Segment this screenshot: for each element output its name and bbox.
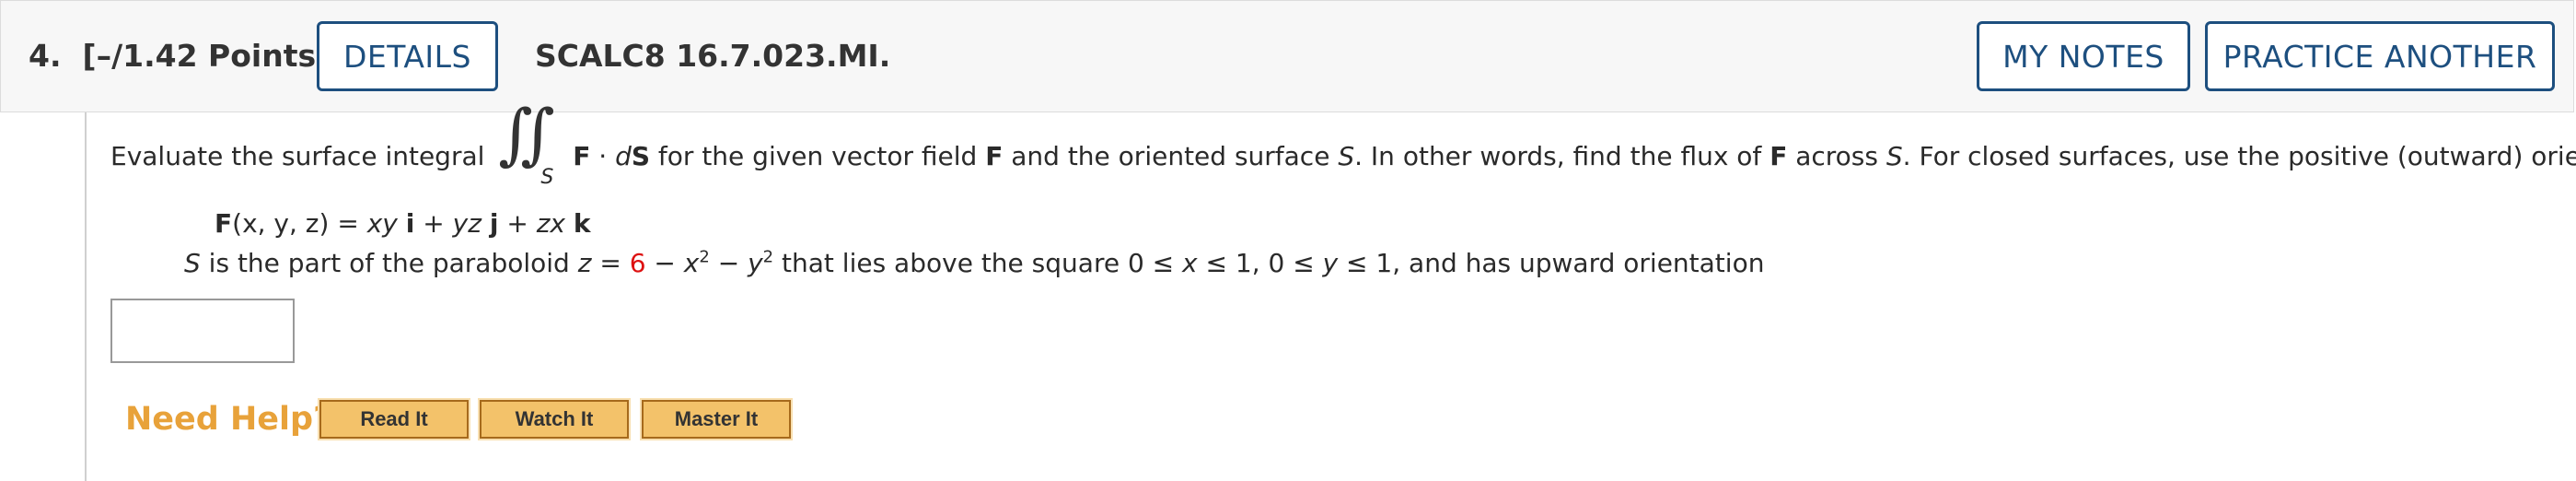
surf-exp2: 2 [762, 247, 774, 267]
surf-c: ≤ 1, 0 ≤ [1197, 248, 1323, 278]
text-b: and the oriented surface [1003, 141, 1339, 171]
integrand-dot: · [590, 141, 616, 171]
text-s2: S [1886, 141, 1903, 171]
field-i: i [405, 208, 415, 239]
surf-y2: y [1322, 248, 1339, 278]
surf-x: x [683, 248, 700, 278]
integrand-d: d [615, 141, 632, 171]
field-plus1: + [414, 208, 453, 239]
watch-it-button[interactable]: Watch It [478, 398, 631, 440]
surf-z: z [577, 248, 592, 278]
practice-another-button[interactable]: PRACTICE ANOTHER [2205, 21, 2555, 91]
surf-minus2: − [709, 248, 748, 278]
problem-code: SCALC8 16.7.023.MI. [535, 38, 891, 74]
details-button[interactable]: DETAILS [317, 21, 498, 91]
surf-eq: = [591, 248, 630, 278]
field-eq: = [329, 208, 367, 239]
master-it-button[interactable]: Master It [640, 398, 793, 440]
text-e: . For closed surfaces, use the positive … [1902, 141, 2576, 171]
text-c: . In other words, find the flux of [1354, 141, 1770, 171]
text-f2: F [1770, 141, 1788, 171]
field-t1: xy [366, 208, 398, 239]
field-args: (x, y, z) [232, 208, 330, 239]
surf-y: y [748, 248, 763, 278]
integrand-s: S [631, 141, 651, 171]
question-header: 4. [–/1.42 Points] DETAILS SCALC8 16.7.0… [0, 0, 2574, 112]
text-a: for the given vector field [650, 141, 986, 171]
text-d: across [1787, 141, 1886, 171]
field-k: k [573, 208, 591, 239]
surf-six: 6 [629, 248, 646, 278]
vector-field-equation: F(x, y, z) = xy i + yz j + zx k [215, 207, 591, 240]
surf-x2: x [1182, 248, 1198, 278]
question-number: 4. [–/1.42 Points] [29, 38, 330, 74]
double-integral-symbol: ∫ ∫ S [493, 100, 564, 189]
content-divider [85, 112, 87, 481]
field-plus2: + [498, 208, 537, 239]
need-help-label: Need Help? [125, 401, 332, 438]
intro-text: Evaluate the surface integral [110, 141, 485, 171]
answer-input[interactable] [110, 299, 295, 363]
surf-a: is the part of the paraboloid [200, 248, 578, 278]
question-statement: Evaluate the surface integral ∫ ∫ S F · dS… [110, 100, 2576, 189]
text-f1: F [985, 141, 1004, 171]
integral-subscript: S [540, 166, 554, 189]
field-j: j [489, 208, 499, 239]
surf-d: ≤ 1, and has upward orientation [1338, 248, 1765, 278]
field-t2: yz [452, 208, 482, 239]
surf-exp1: 2 [699, 247, 710, 267]
surf-b: that lies above the square 0 ≤ [773, 248, 1183, 278]
my-notes-button[interactable]: MY NOTES [1977, 21, 2190, 91]
question-number-text: 4. [29, 38, 62, 74]
field-t3: zx [536, 208, 565, 239]
text-s1: S [1338, 141, 1355, 171]
integrand-f: F [573, 141, 591, 171]
field-f: F [215, 208, 233, 239]
surface-description: S is the part of the paraboloid z = 6 − … [184, 247, 1764, 280]
surf-minus1: − [645, 248, 684, 278]
read-it-button[interactable]: Read It [318, 398, 470, 440]
points-text: [–/1.42 Points] [82, 38, 331, 74]
surf-s: S [184, 248, 201, 278]
